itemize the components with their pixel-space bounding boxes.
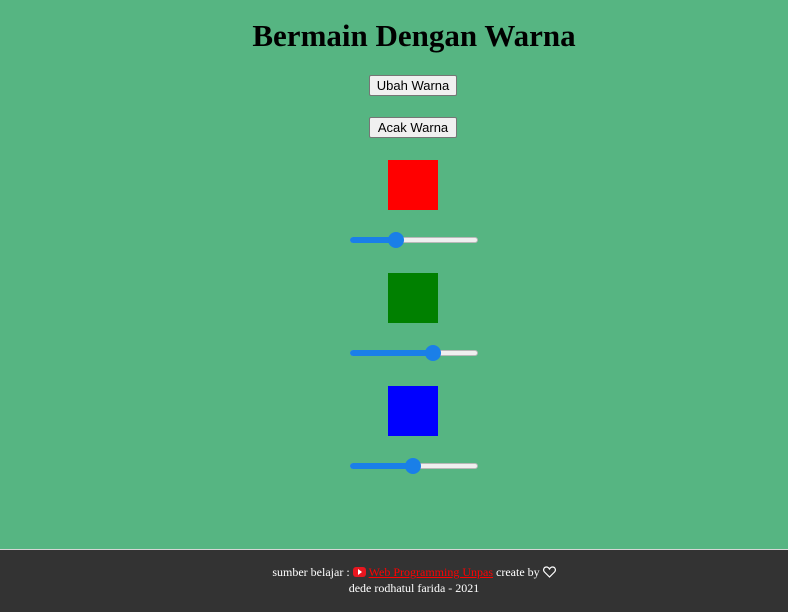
red-slider-thumb[interactable] [388,232,405,248]
change-color-button[interactable]: Ubah Warna [369,75,457,96]
green-slider[interactable] [350,345,478,361]
footer: sumber belajar : Web Programming Unpas c… [0,549,788,612]
footer-source-prefix: sumber belajar : [272,565,350,579]
blue-slider-fill [350,463,413,469]
footer-create-by: create by [496,565,540,579]
heart-icon [542,566,556,578]
web-programming-unpas-link[interactable]: Web Programming Unpas [369,565,493,579]
red-slider[interactable] [350,232,478,248]
blue-slider-thumb[interactable] [404,458,421,474]
blue-slider[interactable] [350,458,478,474]
green-color-box [388,273,438,323]
blue-color-box [388,386,438,436]
footer-author-line: dede rodhatul farida - 2021 [348,581,480,595]
footer-source-line: sumber belajar : Web Programming Unpas c… [0,565,788,579]
random-color-button[interactable]: Acak Warna [369,117,457,138]
green-slider-fill [350,350,434,356]
page-title: Bermain Dengan Warna [252,18,576,53]
red-color-box [388,160,438,210]
green-slider-thumb[interactable] [425,345,442,361]
youtube-icon [352,567,366,577]
